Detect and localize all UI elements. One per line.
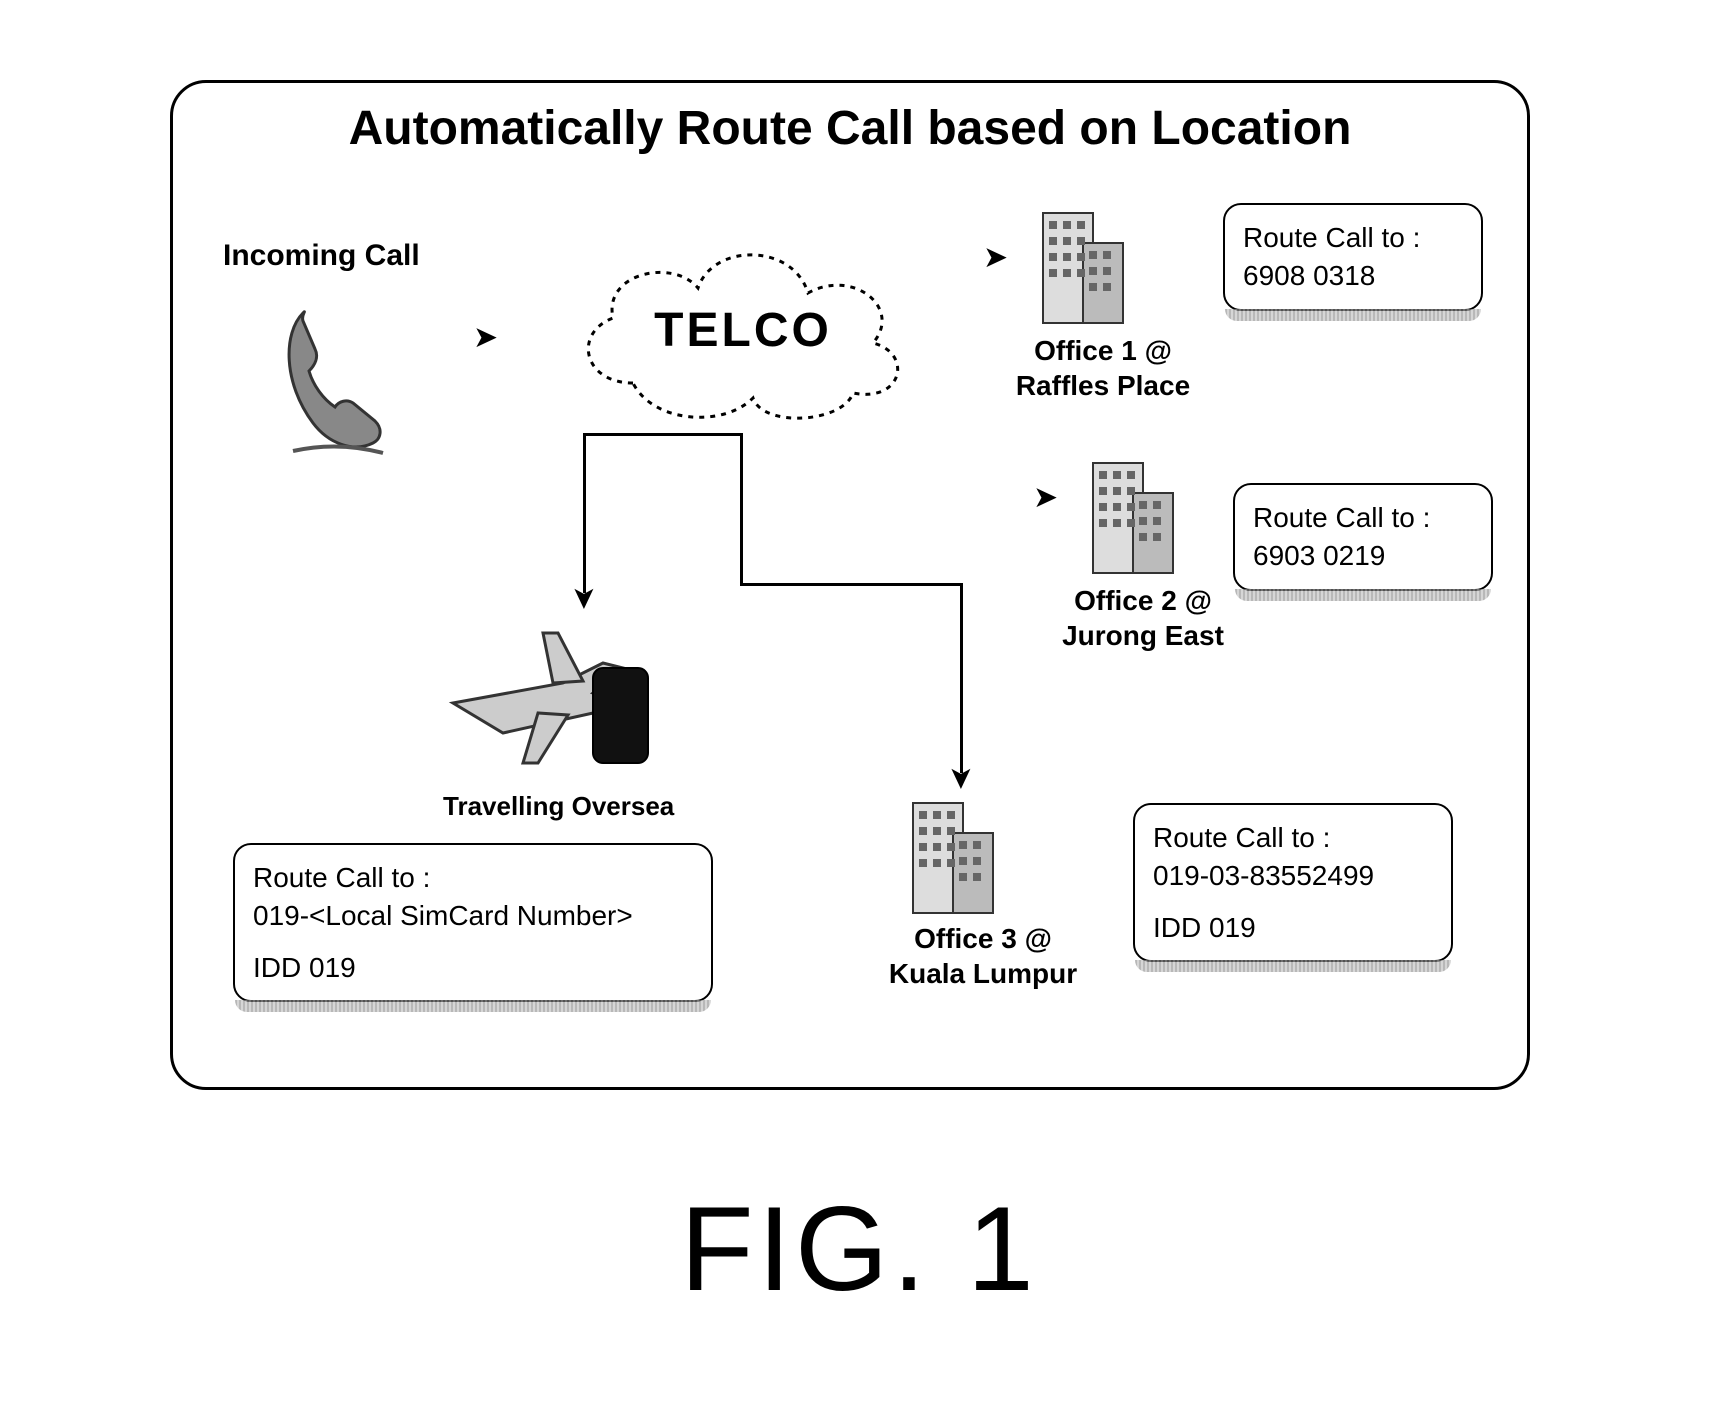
line-to-office3-h (740, 583, 960, 586)
diagram-panel: Automatically Route Call based on Locati… (170, 80, 1530, 1090)
line-to-travel-v (583, 433, 586, 593)
line-to-office3-v (960, 583, 963, 773)
arrow-telco-to-office2: ➤ (1033, 483, 1058, 513)
office2-building-icon (1073, 443, 1193, 583)
travelling-oversea-label: Travelling Oversea (443, 791, 674, 822)
office3-label: Office 3 @ Kuala Lumpur (873, 921, 1093, 991)
office2-label-line2: Jurong East (1062, 620, 1224, 651)
route-box-office2: Route Call to : 6903 0219 (1233, 483, 1493, 591)
line-to-travel-h (583, 433, 743, 436)
route-office1-line2: 6908 0318 (1243, 257, 1463, 295)
phone-handset-icon (273, 293, 403, 463)
office3-label-line2: Kuala Lumpur (889, 958, 1077, 989)
route-office2-line2: 6903 0219 (1253, 537, 1473, 575)
arrow-telco-to-office1: ➤ (983, 243, 1008, 273)
figure-caption: FIG. 1 (0, 1180, 1718, 1318)
route-travel-line1: Route Call to : (253, 859, 693, 897)
arrow-to-travel: ➤ (569, 585, 599, 610)
route-office2-line1: Route Call to : (1253, 499, 1473, 537)
incoming-call-label: Incoming Call (223, 239, 420, 273)
office2-label-line1: Office 2 @ (1074, 585, 1212, 616)
office1-label-line2: Raffles Place (1016, 370, 1190, 401)
office3-building-icon (893, 783, 1013, 923)
line-telco-down (740, 433, 743, 583)
office3-label-line1: Office 3 @ (914, 923, 1052, 954)
route-box-office3: Route Call to : 019-03-83552499 IDD 019 (1133, 803, 1453, 962)
route-box-office1: Route Call to : 6908 0318 (1223, 203, 1483, 311)
office1-label-line1: Office 1 @ (1034, 335, 1172, 366)
figure-stage: Automatically Route Call based on Locati… (0, 0, 1718, 1408)
travelling-oversea-icon (443, 613, 663, 783)
route-box-travel: Route Call to : 019-<Local SimCard Numbe… (233, 843, 713, 1002)
route-office3-line1: Route Call to : (1153, 819, 1433, 857)
route-office1-line1: Route Call to : (1243, 219, 1463, 257)
telco-cloud-label: TELCO (613, 303, 873, 358)
route-office3-line2: 019-03-83552499 (1153, 857, 1433, 895)
route-office3-idd: IDD 019 (1153, 909, 1433, 947)
panel-title: Automatically Route Call based on Locati… (173, 101, 1527, 156)
office1-building-icon (1023, 193, 1143, 333)
route-travel-idd: IDD 019 (253, 949, 693, 987)
route-travel-line2: 019-<Local SimCard Number> (253, 897, 693, 935)
office1-label: Office 1 @ Raffles Place (1003, 333, 1203, 403)
arrow-phone-to-telco: ➤ (473, 323, 498, 353)
office2-label: Office 2 @ Jurong East (1043, 583, 1243, 653)
